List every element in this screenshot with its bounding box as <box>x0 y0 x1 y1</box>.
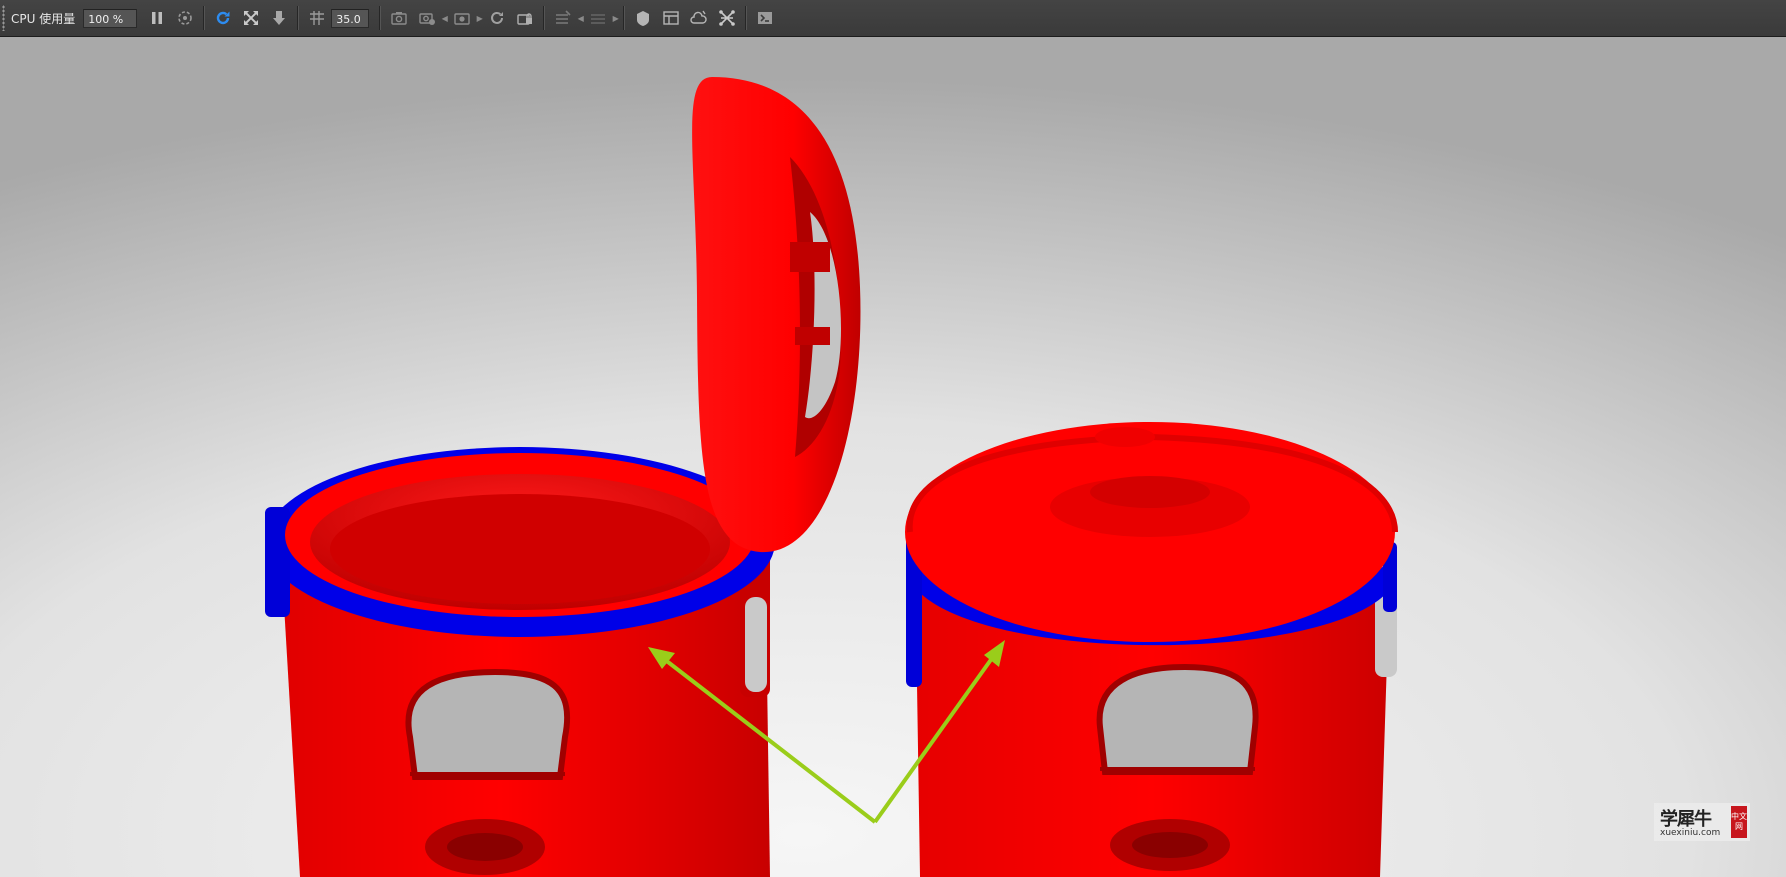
render-window: CPU 使用量 100 % 35.0 ◀ ▶ ◀ ▶ 学犀牛 xuexiniu.… <box>0 0 1786 877</box>
watermark-logo: 学犀牛 xuexiniu.com 中文网 <box>1654 803 1750 841</box>
console-icon <box>758 12 773 24</box>
next-camera-arrow[interactable]: ▶ <box>476 14 483 23</box>
lock-camera-button[interactable] <box>512 5 538 31</box>
screenshot-button[interactable] <box>386 5 412 31</box>
prev-camera-arrow[interactable]: ◀ <box>441 14 448 23</box>
fit-view-button[interactable] <box>238 5 264 31</box>
field-of-view-field[interactable]: 35.0 <box>331 8 370 28</box>
pause-button[interactable] <box>144 5 170 31</box>
camera-grid-icon <box>310 11 325 25</box>
panel-icon <box>663 11 679 25</box>
material-button[interactable] <box>630 5 656 31</box>
toolbar-separator <box>297 6 300 30</box>
cpu-usage-field[interactable]: 100 % <box>83 8 138 28</box>
toolbar-separator <box>543 6 546 30</box>
download-icon <box>273 11 286 25</box>
graph-icon <box>719 10 736 26</box>
camera-grid-button[interactable] <box>304 5 330 31</box>
watermark-badge: 中文网 <box>1731 806 1747 838</box>
fit-view-icon <box>244 11 259 25</box>
material-icon <box>637 11 650 26</box>
render-image <box>0 37 1786 877</box>
render-viewport[interactable] <box>0 37 1786 877</box>
render-toolbar: CPU 使用量 100 % 35.0 ◀ ▶ ◀ ▶ <box>0 0 1786 37</box>
next-layer-arrow[interactable]: ▶ <box>612 14 619 23</box>
screenshot-settings-icon <box>419 13 436 25</box>
region-render-icon <box>178 11 193 25</box>
cpu-usage-label: CPU 使用量 <box>11 11 76 26</box>
screenshot-icon <box>391 12 407 25</box>
screenshot-settings-button[interactable] <box>414 5 440 31</box>
console-button[interactable] <box>752 5 778 31</box>
prev-layer-arrow[interactable]: ◀ <box>577 14 584 23</box>
layers-nav-icon <box>591 14 606 24</box>
graph-button[interactable] <box>714 5 740 31</box>
lock-camera-icon <box>517 13 533 25</box>
refresh-button[interactable] <box>210 5 236 31</box>
toolbar-separator <box>203 6 206 30</box>
layers-nav-button[interactable] <box>585 5 611 31</box>
toolbar-separator <box>623 6 626 30</box>
layers-icon <box>556 10 571 24</box>
pause-icon <box>152 12 163 24</box>
right-rice-cooker <box>905 422 1398 877</box>
cloud-icon <box>690 10 707 24</box>
download-button[interactable] <box>266 5 292 31</box>
cloud-button[interactable] <box>686 5 712 31</box>
studio-background <box>0 37 1786 877</box>
toolbar-separator <box>745 6 748 30</box>
layers-button[interactable] <box>550 5 576 31</box>
camera-button[interactable] <box>449 5 475 31</box>
panel-button[interactable] <box>658 5 684 31</box>
rotate-button[interactable] <box>484 5 510 31</box>
refresh-icon <box>217 11 230 25</box>
region-render-button[interactable] <box>172 5 198 31</box>
toolbar-separator <box>379 6 382 30</box>
camera-icon <box>454 13 470 25</box>
left-rice-cooker <box>265 447 775 877</box>
toolbar-grip[interactable] <box>2 5 5 31</box>
rotate-icon <box>491 11 504 24</box>
watermark-url: xuexiniu.com <box>1660 828 1721 838</box>
